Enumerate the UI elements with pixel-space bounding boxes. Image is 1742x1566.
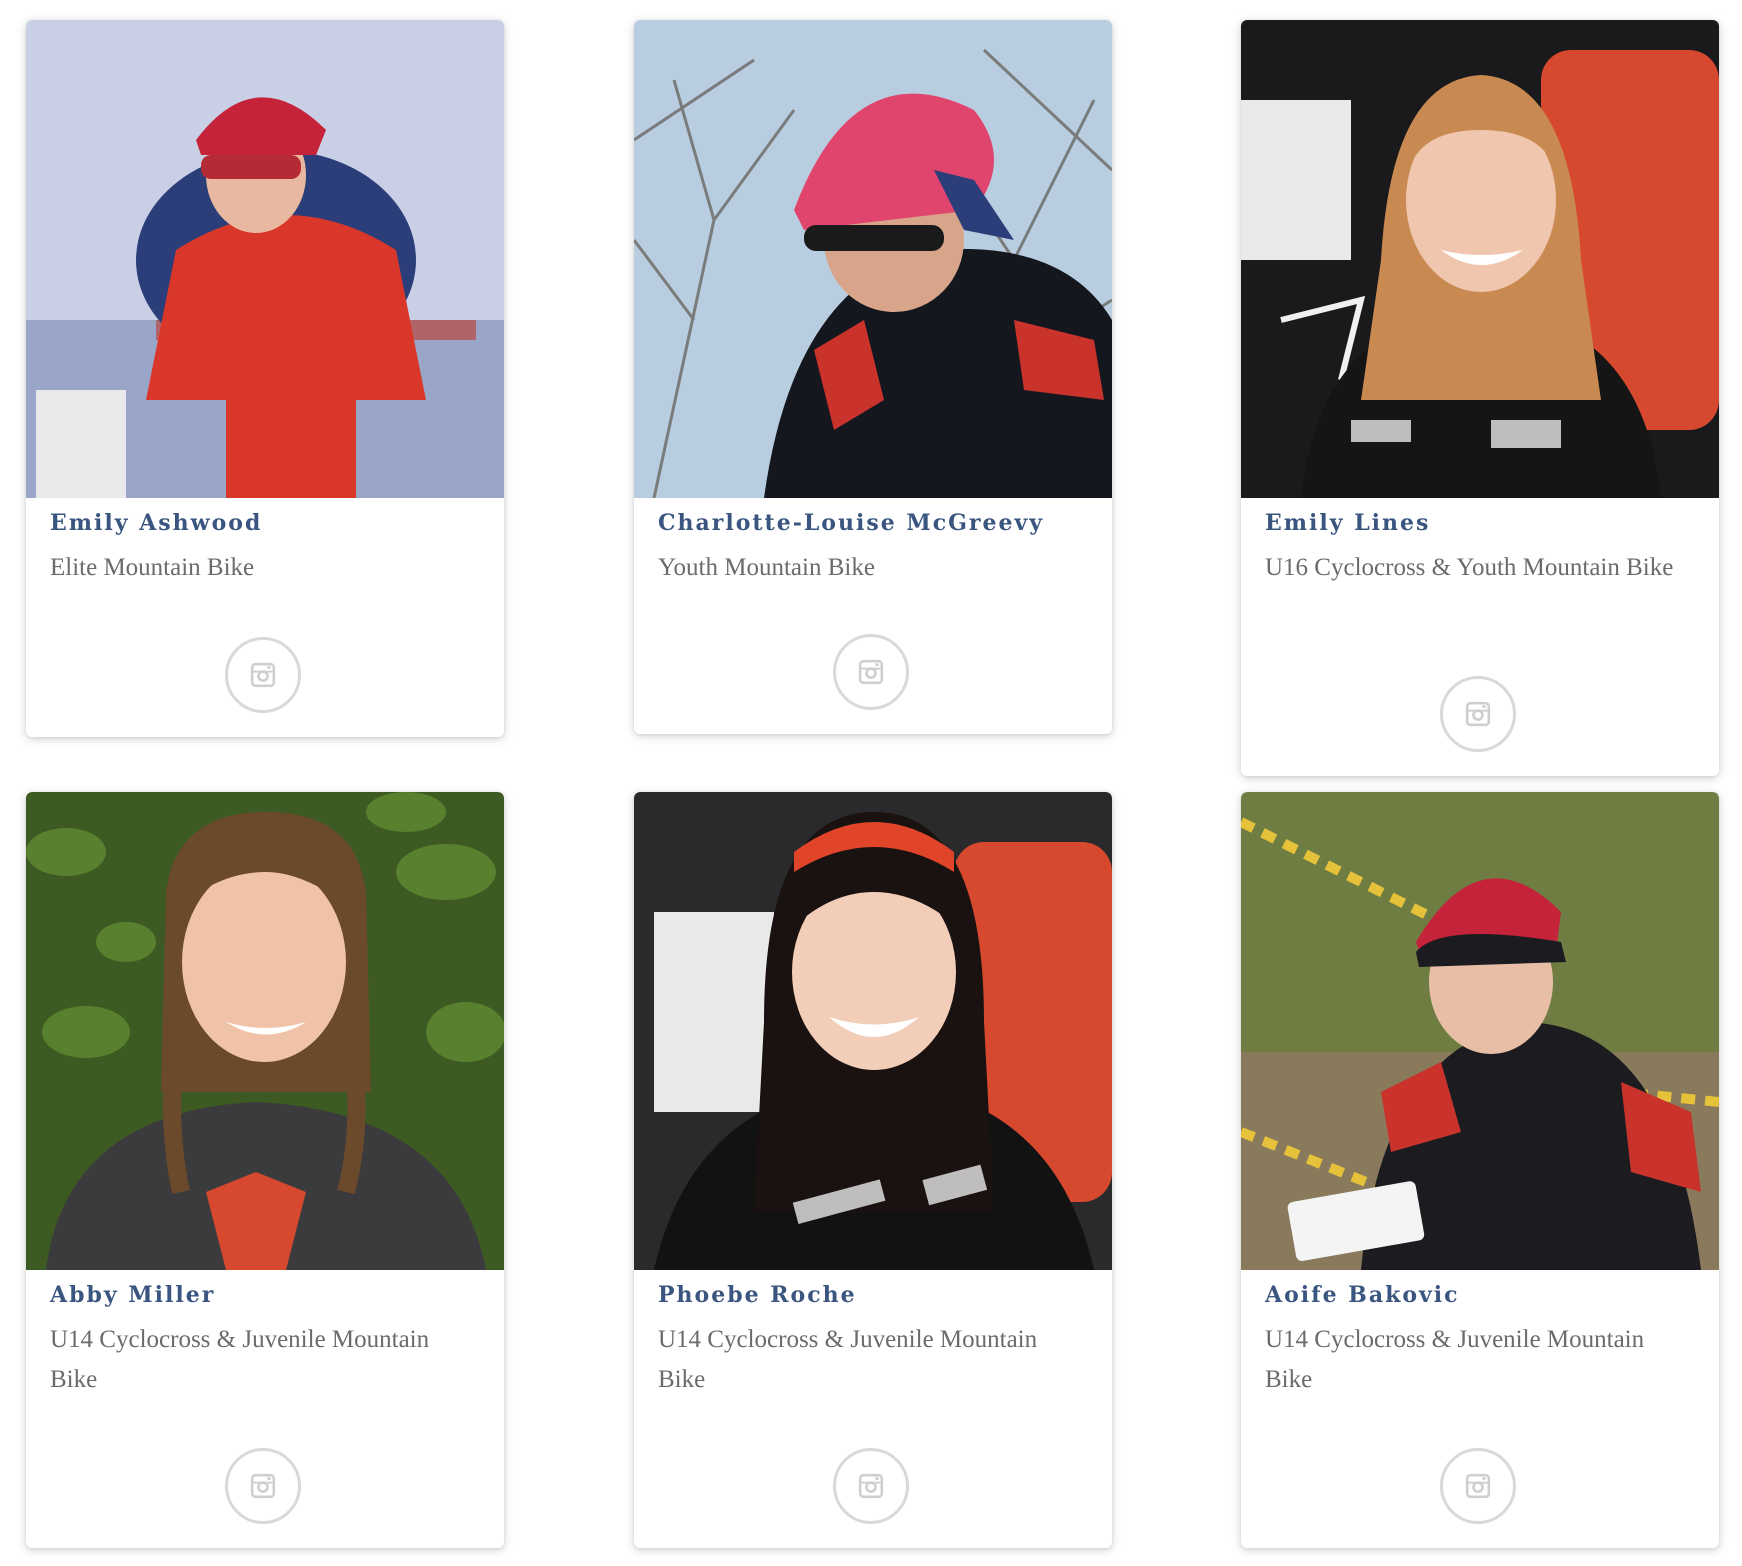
instagram-icon <box>858 659 884 685</box>
rider-photo <box>26 792 504 1270</box>
instagram-icon <box>250 662 276 688</box>
rider-photo <box>634 792 1112 1270</box>
rider-photo <box>1241 792 1719 1270</box>
rider-name: Phoebe Roche <box>658 1282 857 1308</box>
rider-discipline: U14 Cyclocross & Juvenile Mountain Bike <box>658 1326 1038 1393</box>
rider-card: Aoife Bakovic U14 Cyclocross & Juvenile … <box>1241 792 1719 1548</box>
rider-photo <box>1241 20 1719 498</box>
rider-name: Aoife Bakovic <box>1265 1282 1460 1308</box>
instagram-button[interactable] <box>225 637 301 713</box>
rider-grid: Emily Ashwood Elite Mountain Bike Charlo… <box>0 0 1742 1566</box>
instagram-button[interactable] <box>833 634 909 710</box>
instagram-button[interactable] <box>833 1448 909 1524</box>
rider-card: Charlotte-Louise McGreevy Youth Mountain… <box>634 20 1112 734</box>
rider-card: Abby Miller U14 Cyclocross & Juvenile Mo… <box>26 792 504 1548</box>
instagram-icon <box>858 1473 884 1499</box>
rider-card: Emily Ashwood Elite Mountain Bike <box>26 20 504 737</box>
instagram-button[interactable] <box>225 1448 301 1524</box>
rider-name: Abby Miller <box>50 1282 216 1308</box>
instagram-icon <box>1465 1473 1491 1499</box>
rider-name: Emily Ashwood <box>50 510 263 536</box>
rider-photo <box>634 20 1112 498</box>
instagram-button[interactable] <box>1440 1448 1516 1524</box>
instagram-icon <box>1465 701 1491 727</box>
rider-discipline: U14 Cyclocross & Juvenile Mountain Bike <box>50 1326 430 1393</box>
rider-card: Emily Lines U16 Cyclocross & Youth Mount… <box>1241 20 1719 776</box>
rider-discipline: Elite Mountain Bike <box>50 554 255 581</box>
instagram-button[interactable] <box>1440 676 1516 752</box>
rider-name: Emily Lines <box>1265 510 1431 536</box>
rider-discipline: U14 Cyclocross & Juvenile Mountain Bike <box>1265 1326 1645 1393</box>
instagram-icon <box>250 1473 276 1499</box>
rider-name: Charlotte-Louise McGreevy <box>658 510 1045 536</box>
rider-discipline: Youth Mountain Bike <box>658 554 875 581</box>
rider-card: Phoebe Roche U14 Cyclocross & Juvenile M… <box>634 792 1112 1548</box>
rider-photo <box>26 20 504 498</box>
rider-discipline: U16 Cyclocross & Youth Mountain Bike <box>1265 554 1674 581</box>
